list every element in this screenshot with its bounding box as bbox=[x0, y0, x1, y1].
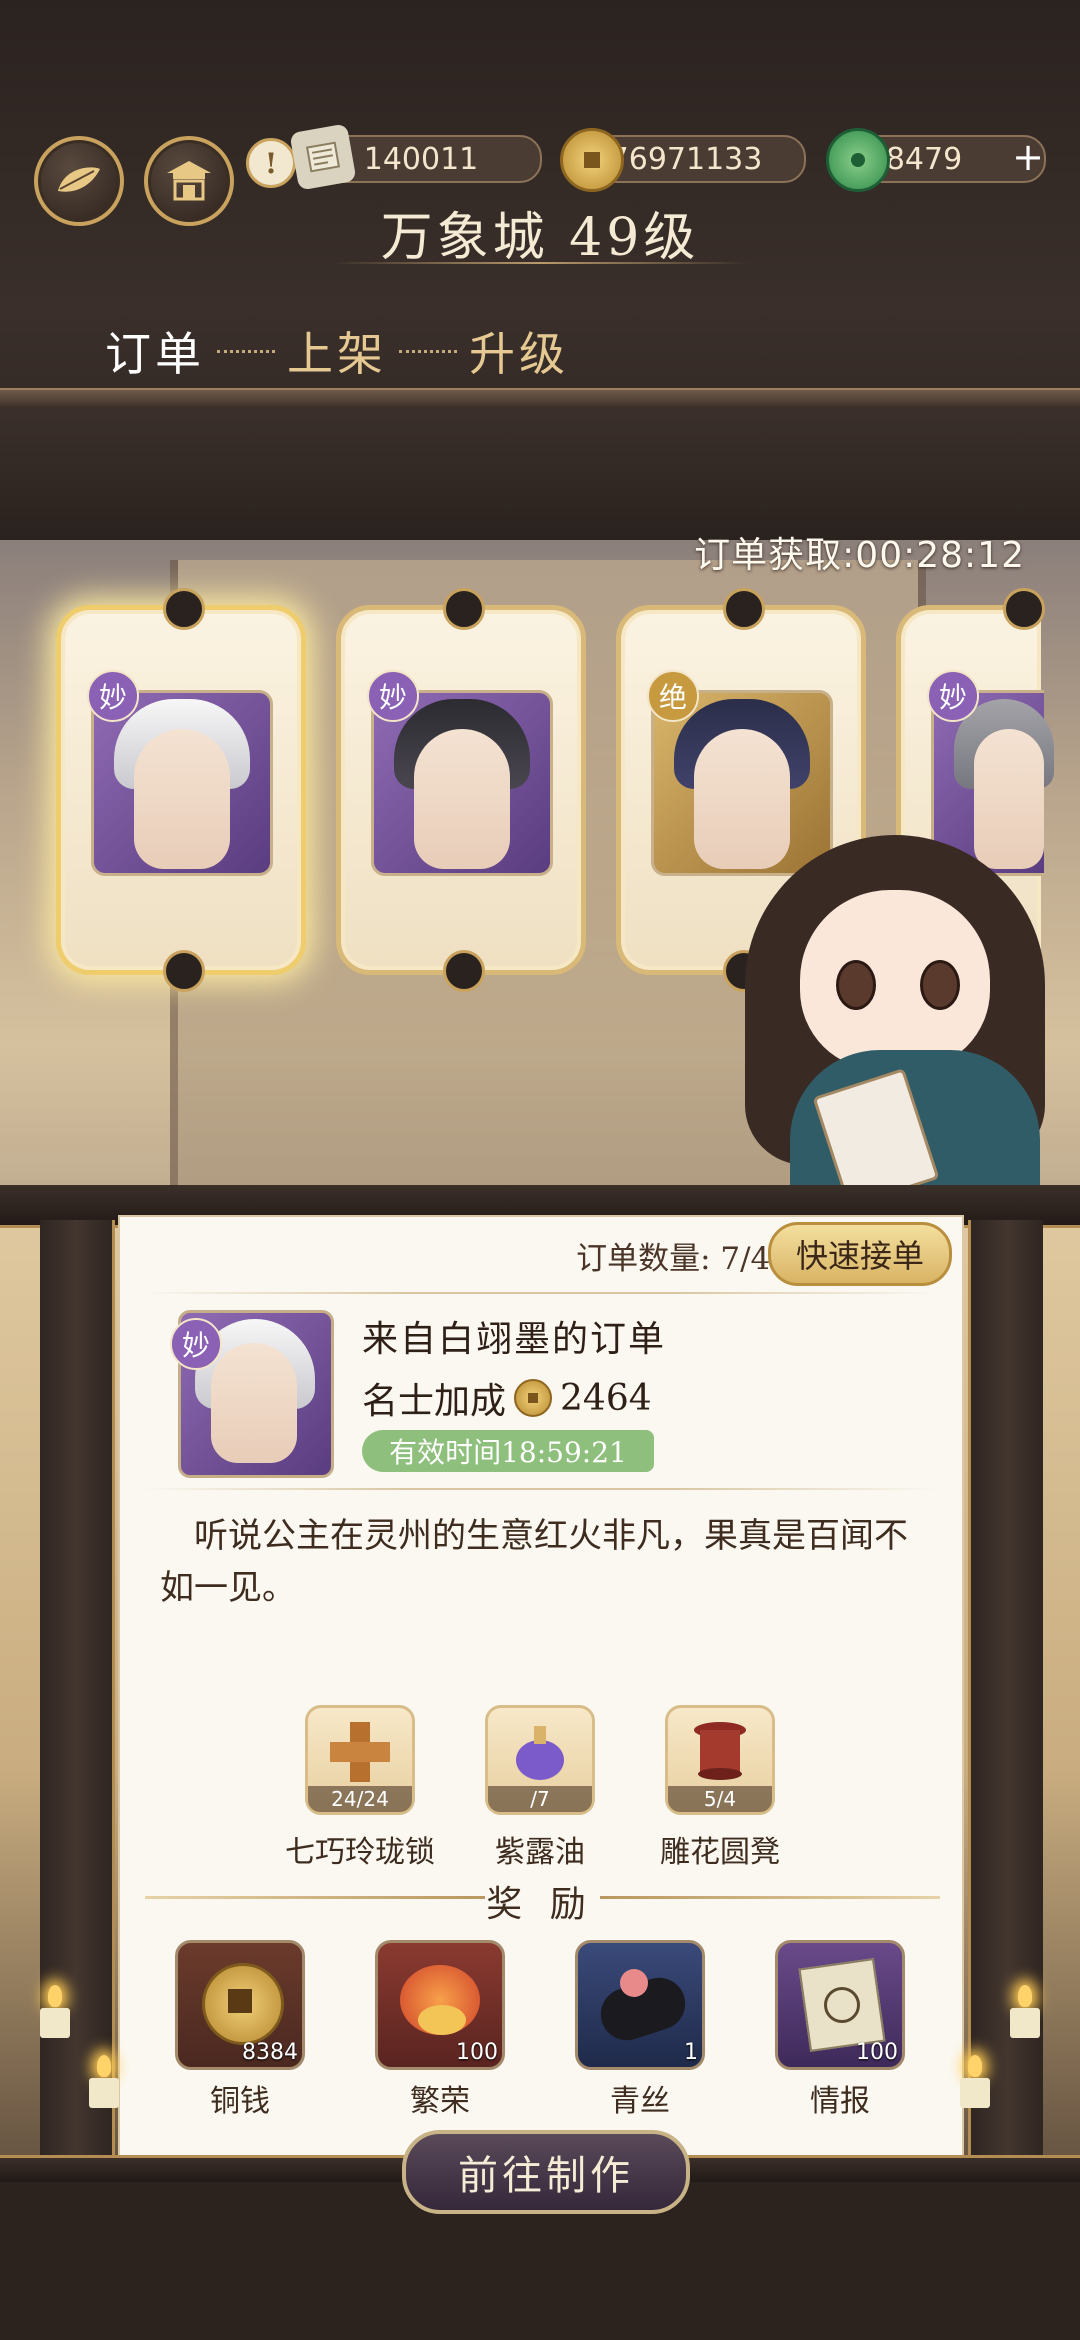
city-title: 万象城 49级 bbox=[380, 208, 700, 268]
round-stool-icon: 5/4 bbox=[665, 1705, 775, 1815]
candle-flame bbox=[1018, 1985, 1032, 2007]
reward-name: 情报 bbox=[810, 2084, 870, 2119]
card-knob bbox=[1003, 588, 1045, 630]
black-silk-icon: 1 bbox=[575, 1940, 705, 2070]
alert-icon[interactable]: ! bbox=[246, 138, 296, 188]
coin-icon bbox=[514, 1379, 553, 1417]
reward-item[interactable]: 1 青丝 bbox=[575, 1940, 705, 2120]
candle bbox=[89, 2078, 119, 2108]
bonus-label: 名士加成 bbox=[362, 1381, 507, 1422]
oil-bottle-icon: /7 bbox=[485, 1705, 595, 1815]
add-jade-button[interactable]: + bbox=[1008, 135, 1048, 179]
required-item[interactable]: 24/24 七巧玲珑锁 bbox=[285, 1705, 435, 1871]
item-count: 24/24 bbox=[308, 1786, 412, 1812]
rank-badge: 妙 bbox=[367, 670, 419, 722]
item-name: 紫露油 bbox=[495, 1835, 585, 1870]
scroll-icon bbox=[289, 123, 357, 191]
face bbox=[974, 729, 1044, 869]
koi-prosperity-icon: 100 bbox=[375, 1940, 505, 2070]
reward-name: 铜钱 bbox=[210, 2084, 270, 2119]
coin-icon bbox=[560, 128, 624, 192]
rank-badge: 妙 bbox=[927, 670, 979, 722]
rewards-title: 奖 励 bbox=[486, 1884, 594, 1925]
card-knob bbox=[443, 950, 485, 992]
item-name: 雕花圆凳 bbox=[660, 1835, 780, 1870]
rank-badge: 妙 bbox=[87, 670, 139, 722]
roof-eaves bbox=[0, 406, 1080, 545]
item-count: /7 bbox=[488, 1786, 592, 1812]
reward-item[interactable]: 100 繁荣 bbox=[375, 1940, 505, 2120]
item-name: 七巧玲珑锁 bbox=[285, 1835, 435, 1870]
bonus-row: 名士加成 2464 bbox=[362, 1372, 652, 1424]
face bbox=[211, 1343, 297, 1463]
ticket-value: 140011 bbox=[363, 141, 479, 177]
card-knob bbox=[723, 588, 765, 630]
jade-value: 8479 bbox=[885, 141, 963, 177]
divider bbox=[140, 1292, 940, 1294]
order-timer: 订单获取:00:28:12 bbox=[694, 535, 1025, 576]
reward-name: 繁荣 bbox=[410, 2084, 470, 2119]
tab-separator bbox=[399, 349, 457, 353]
item-count: 5/4 bbox=[668, 1786, 772, 1812]
tab-upgrade[interactable]: 升级 bbox=[469, 318, 569, 384]
mascot-eye bbox=[920, 960, 960, 1010]
character-card[interactable]: 妙 bbox=[56, 588, 306, 992]
mascot-face bbox=[800, 890, 990, 1070]
reward-count: 100 bbox=[456, 2040, 498, 2065]
tab-orders[interactable]: 订单 bbox=[105, 318, 205, 384]
candle bbox=[960, 2078, 990, 2108]
bonus-value: 2464 bbox=[560, 1377, 652, 1419]
tab-separator bbox=[217, 349, 275, 353]
face bbox=[134, 729, 230, 869]
candle bbox=[1010, 2008, 1040, 2038]
card-knob bbox=[163, 950, 205, 992]
rank-badge: 绝 bbox=[647, 670, 699, 722]
reward-count: 1 bbox=[684, 2040, 698, 2065]
card-knob bbox=[443, 588, 485, 630]
title-divider bbox=[330, 262, 750, 264]
candle-flame bbox=[968, 2055, 982, 2077]
puzzle-lock-icon: 24/24 bbox=[305, 1705, 415, 1815]
order-from: 来自白翊墨的订单 bbox=[362, 1319, 667, 1360]
goto-craft-button[interactable]: 前往制作 bbox=[402, 2130, 690, 2214]
divider bbox=[140, 1488, 940, 1490]
reward-count: 8384 bbox=[242, 2040, 298, 2065]
mascot-eye bbox=[836, 960, 876, 1010]
candle-flame bbox=[48, 1985, 62, 2007]
intel-map-icon: 100 bbox=[775, 1940, 905, 2070]
valid-time-badge: 有效时间18:59:21 bbox=[362, 1430, 654, 1472]
copper-coin-icon: 8384 bbox=[175, 1940, 305, 2070]
order-rank-badge: 妙 bbox=[170, 1318, 222, 1370]
reward-item[interactable]: 100 情报 bbox=[775, 1940, 905, 2120]
order-description: 听说公主在灵州的生意红火非凡，果真是百闻不如一见。 bbox=[160, 1516, 908, 1608]
tab-shelf[interactable]: 上架 bbox=[287, 318, 387, 384]
quick-accept-button[interactable]: 快速接单 bbox=[768, 1222, 952, 1286]
reward-item[interactable]: 8384 铜钱 bbox=[175, 1940, 305, 2120]
required-item[interactable]: 5/4 雕花圆凳 bbox=[660, 1705, 780, 1871]
jade-icon bbox=[826, 128, 890, 192]
candle-flame bbox=[97, 2055, 111, 2077]
candle bbox=[40, 2008, 70, 2038]
reward-name: 青丝 bbox=[610, 2084, 670, 2119]
character-card[interactable]: 妙 bbox=[336, 588, 586, 992]
required-item[interactable]: /7 紫露油 bbox=[485, 1705, 595, 1871]
reward-count: 100 bbox=[856, 2040, 898, 2065]
tab-bar: 订单 上架 升级 bbox=[105, 318, 569, 384]
face bbox=[414, 729, 510, 869]
card-knob bbox=[163, 588, 205, 630]
order-count: 订单数量: 7/40 bbox=[576, 1241, 790, 1277]
coin-value: 76971133 bbox=[609, 141, 763, 177]
face bbox=[694, 729, 790, 869]
